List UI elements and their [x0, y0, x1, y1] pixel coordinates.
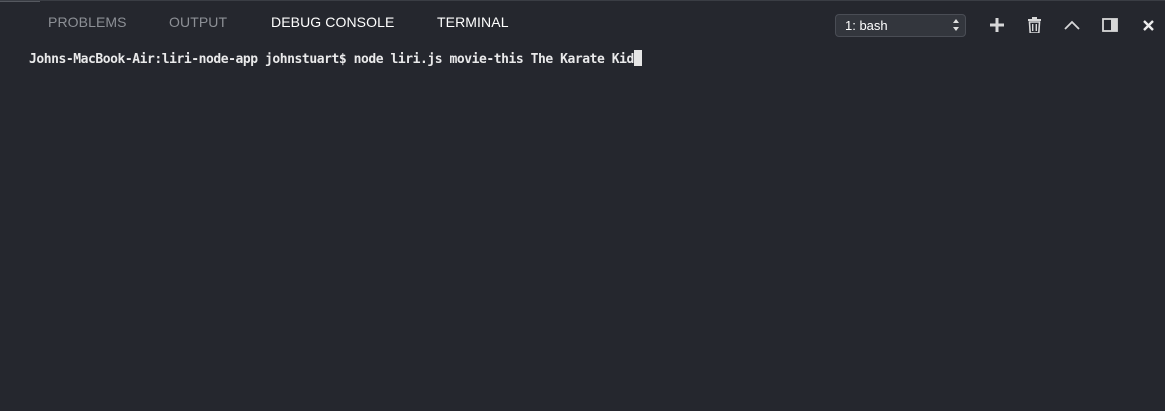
split-terminal-button[interactable]	[1100, 15, 1120, 35]
tab-problems[interactable]: PROBLEMS	[48, 14, 127, 30]
maximize-panel-button[interactable]	[1062, 15, 1082, 35]
plus-icon	[990, 18, 1004, 32]
tab-debug-console[interactable]: DEBUG CONSOLE	[271, 14, 394, 30]
tab-terminal[interactable]: TERMINAL	[437, 14, 509, 30]
new-terminal-button[interactable]	[987, 15, 1007, 35]
terminal-instance-select[interactable]: 1: bash	[835, 14, 966, 37]
close-icon	[1142, 19, 1154, 31]
trash-icon	[1027, 17, 1041, 33]
close-panel-button[interactable]	[1138, 15, 1158, 35]
tab-output[interactable]: OUTPUT	[169, 14, 227, 30]
terminal-panel: PROBLEMS OUTPUT DEBUG CONSOLE TERMINAL 1…	[0, 0, 1165, 411]
kill-terminal-button[interactable]	[1024, 15, 1044, 35]
chevron-up-icon	[1064, 20, 1080, 30]
terminal-cursor	[633, 50, 642, 66]
panel-tab-bar: PROBLEMS OUTPUT DEBUG CONSOLE TERMINAL 1…	[0, 1, 1165, 45]
select-arrows-icon	[953, 18, 959, 32]
split-panel-icon	[1102, 18, 1118, 32]
terminal-instance-label: 1: bash	[845, 18, 888, 33]
terminal-command-line: Johns-MacBook-Air:liri-node-app johnstua…	[29, 52, 634, 67]
terminal-output[interactable]: Johns-MacBook-Air:liri-node-app johnstua…	[29, 50, 1155, 69]
